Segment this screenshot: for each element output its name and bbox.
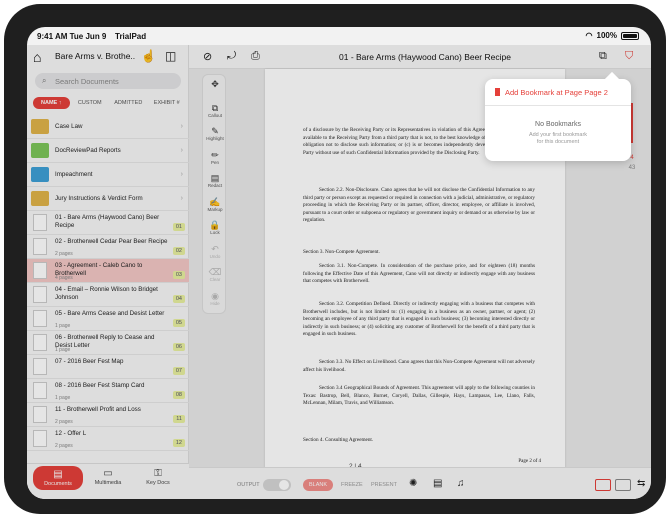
bookmark-popover: Add Bookmark at Page Page 2 No Bookmarks… [485,71,631,161]
status-right: ◠ 100% [586,31,639,40]
popover-divider [485,105,631,106]
no-bookmarks-title: No Bookmarks [535,121,581,128]
battery-percent: 100% [596,31,617,40]
status-app-name: TrialPad [115,32,147,41]
wifi-icon: ◠ [585,31,593,40]
screen: 9:41 AM Tue Jun 9 TrialPad ◠ 100% ⌂ Bare… [27,27,651,499]
bookmark-add-icon [495,88,500,96]
status-bar: 9:41 AM Tue Jun 9 TrialPad ◠ 100% [27,27,651,45]
no-bookmarks-subtitle: Add your first bookmark for this documen… [528,132,588,145]
ipad-frame: 9:41 AM Tue Jun 9 TrialPad ◠ 100% ⌂ Bare… [4,4,666,514]
status-time: 9:41 AM Tue Jun 9 [37,32,107,41]
battery-icon [621,31,639,40]
add-bookmark-button[interactable]: Add Bookmark at Page Page 2 [495,88,608,97]
